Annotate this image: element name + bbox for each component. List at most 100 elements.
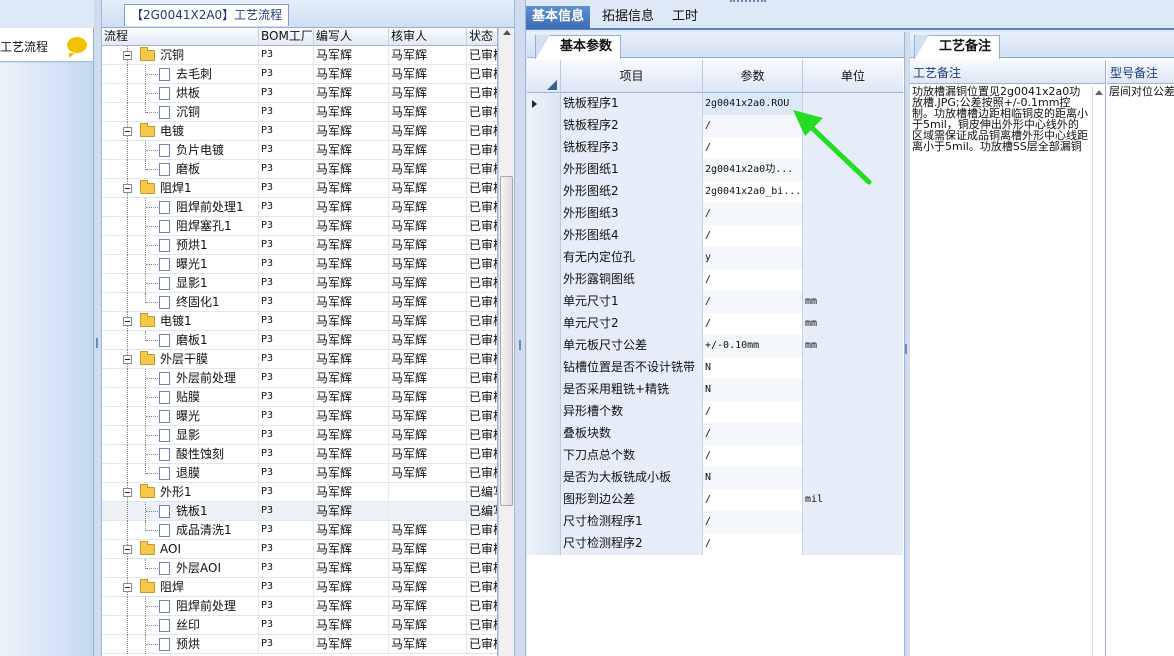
- param-value-cell[interactable]: /: [703, 511, 803, 533]
- collapse-icon[interactable]: [123, 317, 132, 326]
- reviewer-cell[interactable]: 马军辉: [389, 540, 467, 559]
- reviewer-cell[interactable]: [389, 483, 467, 502]
- writer-cell[interactable]: 马军辉: [314, 388, 389, 407]
- param-value-cell[interactable]: /: [703, 533, 803, 555]
- status-cell[interactable]: 已审核: [467, 65, 497, 84]
- tree-node-cell[interactable]: 成品清洗1: [102, 521, 259, 540]
- process-remark-text[interactable]: 功放槽漏铜位置见2g0041x2a0功放槽.JPG;公差按照+/-0.1mm控制…: [910, 84, 1090, 152]
- tree-row[interactable]: 显影1P3马军辉马军辉已审核: [102, 274, 497, 293]
- status-cell[interactable]: 已审核: [467, 464, 497, 483]
- status-cell[interactable]: 已审核: [467, 312, 497, 331]
- param-unit-cell[interactable]: mm: [803, 313, 903, 335]
- status-cell[interactable]: 已审核: [467, 122, 497, 141]
- tree-row[interactable]: 贴膜P3马军辉马军辉已审核: [102, 388, 497, 407]
- param-value-cell[interactable]: /: [703, 137, 803, 159]
- status-cell[interactable]: 已审核: [467, 369, 497, 388]
- tree-row[interactable]: 铣板1 P3马军辉 已编写: [102, 502, 497, 521]
- param-unit-cell[interactable]: [803, 269, 903, 291]
- tree-node-cell[interactable]: 阻焊1: [102, 179, 259, 198]
- tree-node-cell[interactable]: 曝光: [102, 407, 259, 426]
- tree-scrollbar[interactable]: [498, 28, 514, 656]
- status-cell[interactable]: 已审核: [467, 217, 497, 236]
- row-indicator[interactable]: [527, 181, 561, 203]
- row-indicator[interactable]: [527, 269, 561, 291]
- writer-cell[interactable]: 马军辉: [314, 122, 389, 141]
- tree-header-writer[interactable]: 编写人: [314, 28, 389, 46]
- tree-row[interactable]: 磨板1P3马军辉马军辉已审核: [102, 331, 497, 350]
- status-cell[interactable]: 已审核: [467, 160, 497, 179]
- param-unit-cell[interactable]: [803, 467, 903, 489]
- param-row[interactable]: 铣板程序3/: [527, 137, 903, 159]
- param-header-value[interactable]: 参数: [703, 60, 803, 93]
- writer-cell[interactable]: 马军辉: [314, 350, 389, 369]
- tree-node-cell[interactable]: 显影: [102, 426, 259, 445]
- param-value-cell[interactable]: N: [703, 467, 803, 489]
- param-value-cell[interactable]: /: [703, 423, 803, 445]
- param-item-cell[interactable]: 外形图纸4: [561, 225, 703, 247]
- tree-row[interactable]: 沉铜P3马军辉马军辉已审核: [102, 103, 497, 122]
- row-indicator[interactable]: [527, 159, 561, 181]
- param-item-cell[interactable]: 外形露铜图纸: [561, 269, 703, 291]
- bom-cell[interactable]: P3: [259, 312, 314, 331]
- param-unit-cell[interactable]: [803, 445, 903, 467]
- param-row[interactable]: 外形图纸2 2g0041x2a0_bi...: [527, 181, 903, 203]
- param-value-cell[interactable]: N: [703, 357, 803, 379]
- param-grid[interactable]: 项目 参数 单位 铣板程序1 2g0041x2a0.ROU 铣板程序2/铣板程序3/…: [527, 60, 903, 555]
- tree-row[interactable]: 曝光P3马军辉马军辉已审核: [102, 407, 497, 426]
- scroll-thumb[interactable]: [500, 176, 513, 506]
- tree-node-cell[interactable]: 外层前处理: [102, 369, 259, 388]
- left-splitter[interactable]: [94, 0, 102, 656]
- tree-row[interactable]: 外层AOIP3马军辉马军辉已审核: [102, 559, 497, 578]
- tree-row[interactable]: 沉铜P3马军辉马军辉已审核: [102, 46, 497, 65]
- writer-cell[interactable]: 马军辉: [314, 160, 389, 179]
- status-cell[interactable]: 已审核: [467, 141, 497, 160]
- param-header-item[interactable]: 项目: [561, 60, 703, 93]
- tree-node-cell[interactable]: 电镀: [102, 122, 259, 141]
- bom-cell[interactable]: P3: [259, 445, 314, 464]
- bom-cell[interactable]: P3: [259, 293, 314, 312]
- tree-row[interactable]: 去毛刺P3马军辉马军辉已审核: [102, 65, 497, 84]
- row-indicator[interactable]: [527, 533, 561, 555]
- writer-cell[interactable]: 马军辉: [314, 540, 389, 559]
- bom-cell[interactable]: P3: [259, 426, 314, 445]
- bom-cell[interactable]: P3: [259, 388, 314, 407]
- writer-cell[interactable]: 马军辉: [314, 293, 389, 312]
- bom-cell[interactable]: P3: [259, 540, 314, 559]
- reviewer-cell[interactable]: 马军辉: [389, 160, 467, 179]
- tree-node-cell[interactable]: 外形1: [102, 483, 259, 502]
- param-value-cell[interactable]: y: [703, 247, 803, 269]
- param-item-cell[interactable]: 叠板块数: [561, 423, 703, 445]
- status-cell[interactable]: 已审核: [467, 559, 497, 578]
- row-indicator[interactable]: [527, 423, 561, 445]
- reviewer-cell[interactable]: 马军辉: [389, 198, 467, 217]
- param-row[interactable]: 尺寸检测程序2/: [527, 533, 903, 555]
- status-cell[interactable]: 已审核: [467, 540, 497, 559]
- param-value-cell[interactable]: /: [703, 203, 803, 225]
- row-indicator[interactable]: [527, 291, 561, 313]
- tree-row[interactable]: 电镀1P3马军辉马军辉已审核: [102, 312, 497, 331]
- bom-cell[interactable]: P3: [259, 122, 314, 141]
- tree-row[interactable]: 外层前处理P3马军辉马军辉已审核: [102, 369, 497, 388]
- status-cell[interactable]: 已审核: [467, 331, 497, 350]
- tree-node-cell[interactable]: 退膜: [102, 464, 259, 483]
- row-indicator[interactable]: [527, 511, 561, 533]
- reviewer-cell[interactable]: 马军辉: [389, 388, 467, 407]
- bom-cell[interactable]: P3: [259, 350, 314, 369]
- status-cell[interactable]: 已审核: [467, 293, 497, 312]
- param-unit-cell[interactable]: [803, 247, 903, 269]
- bom-cell[interactable]: P3: [259, 635, 314, 654]
- reviewer-cell[interactable]: 马军辉: [389, 578, 467, 597]
- status-cell[interactable]: 已审核: [467, 521, 497, 540]
- status-cell[interactable]: 已编写: [467, 483, 497, 502]
- param-value-cell[interactable]: /: [703, 445, 803, 467]
- tree-node-cell[interactable]: 负片电镀: [102, 141, 259, 160]
- writer-cell[interactable]: 马军辉: [314, 331, 389, 350]
- bom-cell[interactable]: P3: [259, 464, 314, 483]
- writer-cell[interactable]: 马军辉: [314, 255, 389, 274]
- param-unit-cell[interactable]: [803, 93, 903, 115]
- param-row[interactable]: 下刀点总个数 /: [527, 445, 903, 467]
- bom-cell[interactable]: P3: [259, 103, 314, 122]
- param-value-cell[interactable]: /: [703, 115, 803, 137]
- status-cell[interactable]: 已审核: [467, 578, 497, 597]
- tree-node-cell[interactable]: 预烘: [102, 635, 259, 654]
